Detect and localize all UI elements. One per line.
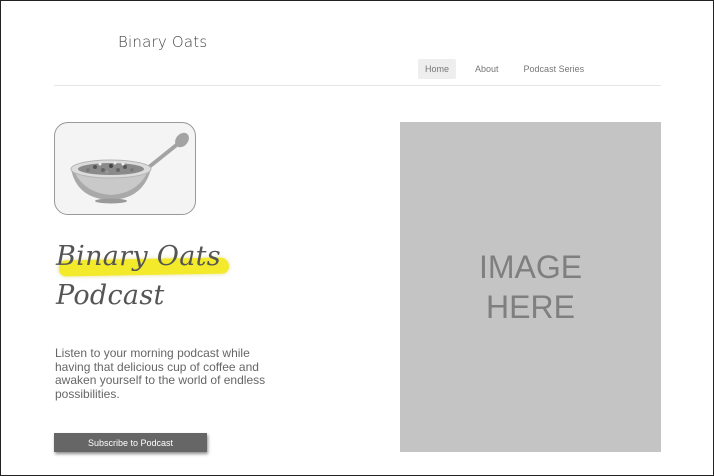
main-nav: Home About Podcast Series: [418, 59, 602, 79]
bowl-logo: [54, 122, 196, 215]
subscribe-button[interactable]: Subscribe to Podcast: [54, 433, 207, 452]
nav-podcast-series[interactable]: Podcast Series: [517, 59, 592, 79]
image-placeholder-line2: HERE: [486, 289, 575, 325]
hero-description: Listen to your morning podcast while hav…: [55, 346, 266, 401]
oat-bowl-icon: [70, 132, 189, 204]
hero-title-line1: Binary Oats: [56, 241, 221, 272]
header-divider: [54, 85, 661, 86]
nav-about[interactable]: About: [468, 59, 506, 79]
hero-title-line2: Podcast: [56, 280, 165, 311]
page-frame: Binary Oats Home About Podcast Series Bi…: [0, 0, 714, 476]
site-brand[interactable]: Binary Oats: [118, 33, 207, 51]
image-placeholder: IMAGE HERE: [400, 122, 661, 452]
nav-home[interactable]: Home: [418, 59, 457, 79]
image-placeholder-line1: IMAGE: [478, 249, 583, 285]
